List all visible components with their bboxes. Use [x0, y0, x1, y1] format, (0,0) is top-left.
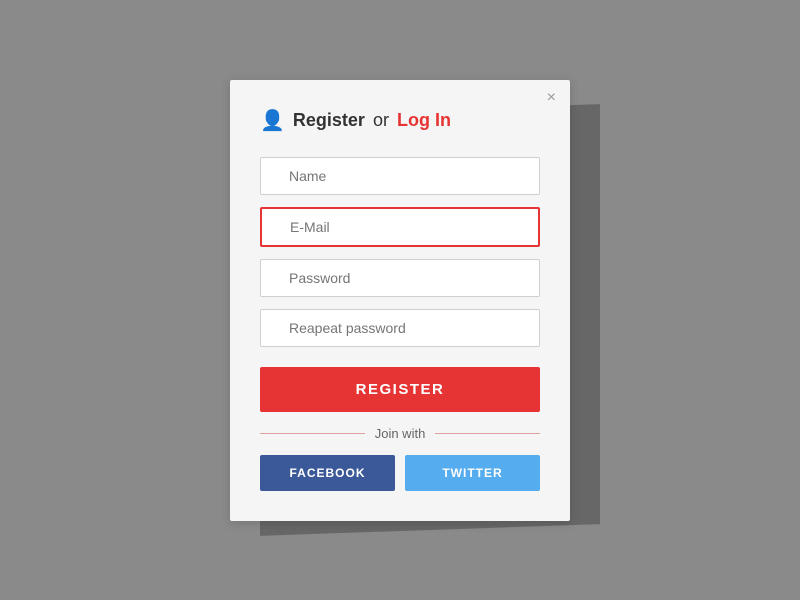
email-field-group: ► — [260, 207, 540, 247]
email-input-wrapper: ► — [260, 207, 540, 247]
repeat-password-field-group: ► — [260, 309, 540, 347]
repeat-password-input-wrapper: ► — [260, 309, 540, 347]
join-with-label: Join with — [375, 426, 426, 441]
modal-title: 👤 Register or Log In — [260, 108, 540, 133]
join-with-section: Join with — [260, 426, 540, 441]
email-input[interactable] — [260, 207, 540, 247]
join-line-left — [260, 433, 365, 434]
name-input[interactable] — [260, 157, 540, 195]
close-button[interactable]: × — [547, 90, 556, 106]
facebook-button[interactable]: FACEBOOK — [260, 455, 395, 491]
social-buttons: FACEBOOK TWITTER — [260, 455, 540, 491]
or-label: or — [373, 110, 389, 131]
repeat-password-input[interactable] — [260, 309, 540, 347]
password-input-wrapper: ► — [260, 259, 540, 297]
password-field-group: ► — [260, 259, 540, 297]
register-button[interactable]: REGISTER — [260, 367, 540, 412]
name-field-group: ► — [260, 157, 540, 195]
twitter-button[interactable]: TWITTER — [405, 455, 540, 491]
join-line-right — [435, 433, 540, 434]
register-label: Register — [293, 110, 365, 131]
name-input-wrapper: ► — [260, 157, 540, 195]
registration-modal: × 👤 Register or Log In ► ► ► — [230, 80, 570, 521]
login-link[interactable]: Log In — [397, 110, 451, 131]
user-icon: 👤 — [260, 108, 285, 133]
password-input[interactable] — [260, 259, 540, 297]
modal-wrapper: × 👤 Register or Log In ► ► ► — [230, 80, 570, 521]
